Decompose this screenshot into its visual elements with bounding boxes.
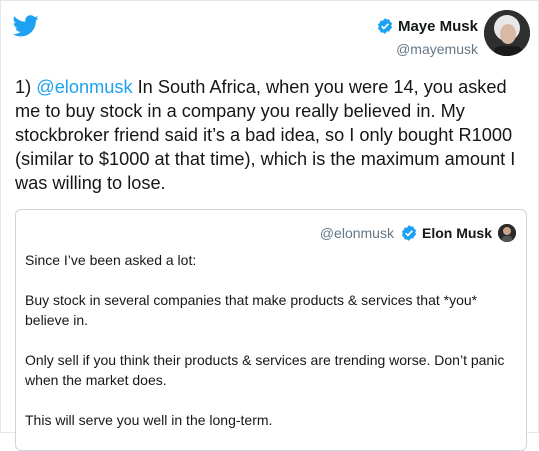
quoted-text: Since I’ve been asked a lot: Buy stock i… <box>25 250 513 450</box>
author-name[interactable]: Maye Musk <box>398 18 478 35</box>
verified-badge-icon <box>401 225 417 241</box>
verified-badge-icon <box>377 18 393 34</box>
quoted-avatar[interactable] <box>498 224 516 242</box>
avatar-image <box>498 224 516 242</box>
avatar-image <box>484 10 530 56</box>
quoted-paragraph: This will serve you well in the long-ter… <box>25 412 273 428</box>
tweet-author[interactable]: Maye Musk @mayemusk <box>376 17 478 57</box>
author-handle[interactable]: @mayemusk <box>376 41 478 57</box>
tweet-number: 1) <box>15 77 32 97</box>
twitter-bird-icon[interactable] <box>13 15 39 37</box>
tweet-card: Maye Musk @mayemusk 1) @elonmusk In Sout… <box>0 0 539 451</box>
mention-link[interactable]: @elonmusk <box>36 77 132 97</box>
quoted-name[interactable]: Elon Musk <box>422 225 492 241</box>
quoted-paragraph: Buy stock in several companies that make… <box>25 292 478 328</box>
quoted-author[interactable]: @elonmusk Elon Musk <box>320 224 516 242</box>
quoted-handle[interactable]: @elonmusk <box>320 225 394 241</box>
quoted-paragraph: Only sell if you think their products & … <box>25 352 505 388</box>
quoted-tweet[interactable]: @elonmusk Elon Musk Since I’ve been aske… <box>15 209 527 451</box>
quoted-paragraph: Since I’ve been asked a lot: <box>25 252 197 268</box>
author-avatar[interactable] <box>484 10 530 56</box>
tweet-text: 1) @elonmusk In South Africa, when you w… <box>15 75 530 195</box>
